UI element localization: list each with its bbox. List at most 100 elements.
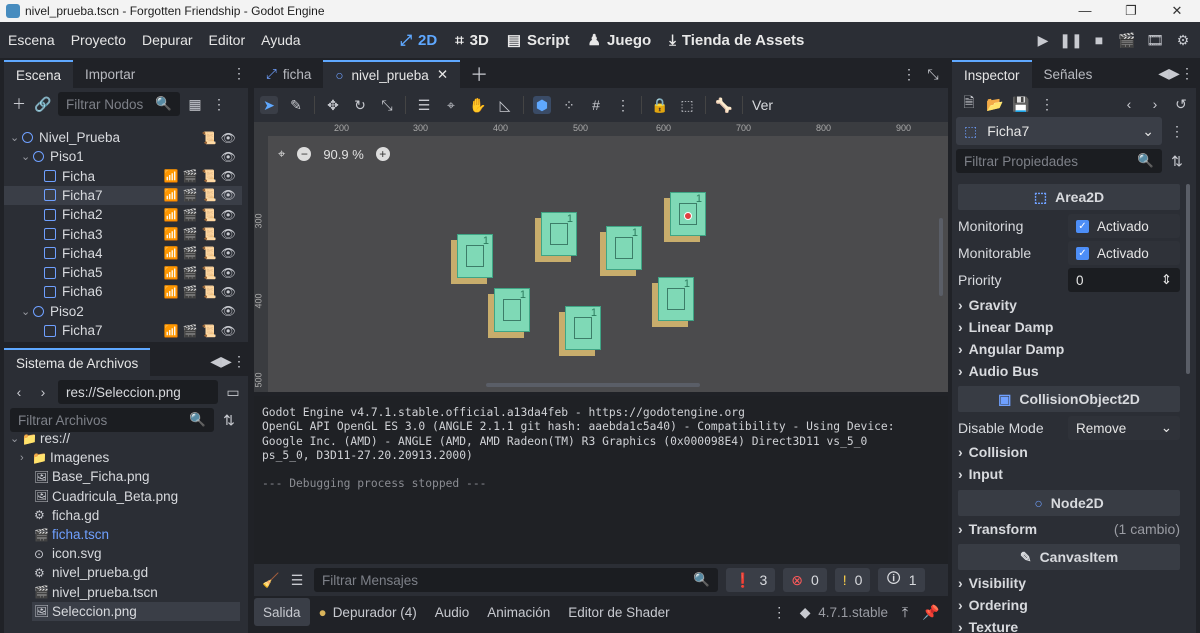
forward-icon[interactable]: › bbox=[34, 383, 52, 401]
dock-menu-icon[interactable]: ⋮ bbox=[230, 352, 248, 370]
property-group[interactable]: › Collision bbox=[958, 441, 1028, 463]
scene-tree-node[interactable]: ⌄ Piso1 👁 bbox=[4, 147, 242, 166]
signals-icon[interactable]: 📶 bbox=[164, 266, 179, 280]
select-mode-icon[interactable]: ➤ bbox=[260, 96, 278, 114]
script-icon[interactable]: 📜 bbox=[202, 208, 217, 222]
property-filter-input[interactable]: Filtrar Propiedades 🔍 bbox=[956, 149, 1162, 173]
editor-message-toggle[interactable]: 🛈 1 bbox=[878, 568, 925, 592]
zoom-out-icon[interactable]: − bbox=[297, 147, 312, 161]
object-selector[interactable]: ⬚ Ficha7 ⌄ bbox=[956, 117, 1162, 145]
play-icon[interactable]: ▶ bbox=[1034, 31, 1052, 49]
back-icon[interactable]: ‹ bbox=[10, 383, 28, 401]
scale-mode-icon[interactable]: ⤡ bbox=[378, 96, 396, 114]
scene-menu-icon[interactable]: ⋮ bbox=[210, 95, 228, 113]
bottom-panel-menu-icon[interactable]: ⋮ bbox=[770, 603, 788, 621]
save-resource-icon[interactable]: 💾 bbox=[1012, 95, 1030, 113]
pivot-icon[interactable]: ⌖ bbox=[442, 96, 460, 114]
viewport-2d[interactable]: 200 300 400 500 600 700 800 900 300 400 … bbox=[254, 122, 948, 392]
tab-escena[interactable]: Escena bbox=[4, 60, 74, 88]
signals-icon[interactable]: 📶 bbox=[164, 188, 179, 202]
ficha-sprite[interactable]: 1 bbox=[488, 288, 530, 338]
script-icon[interactable]: 📜 bbox=[202, 131, 217, 145]
dock-move-icon[interactable]: ◀▶ bbox=[210, 352, 232, 370]
close-window-icon[interactable]: ✕ bbox=[1154, 0, 1200, 22]
filter-options-icon[interactable]: ⇅ bbox=[1168, 152, 1186, 170]
file-item[interactable]: ⊙ icon.svg bbox=[4, 544, 240, 563]
file-item[interactable]: ⚙ nivel_prueba.gd bbox=[4, 563, 240, 582]
script-icon[interactable]: 📜 bbox=[202, 324, 217, 338]
clear-output-icon[interactable]: 🧹 bbox=[262, 571, 280, 589]
tab-salida[interactable]: Salida bbox=[254, 598, 310, 626]
file-item[interactable]: 🖼 Seleccion.png bbox=[32, 601, 240, 621]
file-item[interactable]: ⌄ 📁 res:// bbox=[4, 429, 240, 448]
zoom-in-icon[interactable]: + bbox=[375, 147, 390, 161]
menu-proyecto[interactable]: Proyecto bbox=[63, 32, 134, 48]
groups-icon[interactable]: 🎬 bbox=[183, 324, 198, 338]
list-select-icon[interactable]: ☰ bbox=[415, 96, 433, 114]
expand-panel-icon[interactable]: ⤒ bbox=[896, 603, 914, 621]
visibility-icon[interactable]: 👁 bbox=[221, 266, 236, 280]
scene-tab-nivel-prueba[interactable]: ○ nivel_prueba ✕ bbox=[323, 60, 461, 88]
center-view-icon[interactable]: ⌖ bbox=[278, 146, 285, 162]
scene-tree-node[interactable]: Ficha7 📶 🎬 📜 👁 bbox=[4, 321, 242, 340]
menu-depurar[interactable]: Depurar bbox=[134, 32, 201, 48]
visibility-icon[interactable]: 👁 bbox=[221, 227, 236, 241]
file-item[interactable]: 🎬 nivel_prueba.tscn bbox=[4, 583, 240, 602]
expand-arrow-icon[interactable]: ⌄ bbox=[21, 150, 33, 163]
history-forward-icon[interactable]: › bbox=[1146, 95, 1164, 113]
file-item[interactable]: 🎬 ficha.tscn bbox=[4, 525, 240, 544]
expand-arrow-icon[interactable]: ⌄ bbox=[10, 432, 22, 445]
script-icon[interactable]: 📜 bbox=[202, 227, 217, 241]
copy-output-icon[interactable]: ☰ bbox=[288, 571, 306, 589]
ficha-sprite[interactable]: 1 bbox=[535, 212, 577, 262]
group-icon[interactable]: ⬚ bbox=[678, 96, 696, 114]
pin-icon[interactable]: 📌 bbox=[922, 603, 940, 621]
tab-senales[interactable]: Señales bbox=[1032, 60, 1105, 88]
rotate-mode-icon[interactable]: ↻ bbox=[351, 96, 369, 114]
add-node-icon[interactable]: ＋ bbox=[10, 95, 28, 113]
script-icon[interactable]: 📜 bbox=[202, 188, 217, 202]
spin-arrows-icon[interactable]: ⇕ bbox=[1161, 272, 1172, 288]
viewport-scrollbar-h[interactable] bbox=[486, 383, 700, 387]
property-group[interactable]: › Texture bbox=[958, 616, 1018, 633]
viewport-scrollbar-v[interactable] bbox=[939, 218, 943, 296]
script-icon[interactable]: 📜 bbox=[202, 246, 217, 260]
instance-scene-icon[interactable]: 🔗 bbox=[34, 95, 52, 113]
tab-filesystem[interactable]: Sistema de Archivos bbox=[4, 348, 151, 376]
workspace-script[interactable]: ▤ Script bbox=[507, 31, 570, 50]
movie-maker-icon[interactable]: ⚙ bbox=[1174, 31, 1192, 49]
signals-icon[interactable]: 📶 bbox=[164, 227, 179, 241]
history-icon[interactable]: ↺ bbox=[1172, 95, 1190, 113]
path-field[interactable]: res://Seleccion.png bbox=[58, 380, 218, 404]
ficha7-sprite-selected[interactable]: 1 bbox=[664, 192, 706, 242]
split-view-icon[interactable]: ▭ bbox=[224, 383, 242, 401]
scene-tree-node[interactable]: Ficha4 📶 🎬 📜 👁 bbox=[4, 244, 242, 263]
visibility-icon[interactable]: 👁 bbox=[221, 150, 236, 164]
play-custom-scene-icon[interactable]: 🎞 bbox=[1146, 31, 1164, 49]
property-group[interactable]: › Ordering bbox=[958, 594, 1028, 616]
grid-icon[interactable]: # bbox=[587, 96, 605, 114]
ficha-sprite[interactable]: 1 bbox=[451, 234, 493, 284]
script-icon[interactable]: 📜 bbox=[202, 285, 217, 299]
script-icon[interactable]: 📜 bbox=[202, 169, 217, 183]
scene-tab-ficha[interactable]: ⤢ ficha bbox=[254, 60, 323, 88]
property-group[interactable]: › Input bbox=[958, 463, 1003, 485]
dock-menu-icon[interactable]: ⋮ bbox=[1178, 64, 1196, 82]
file-item[interactable]: › 📁 Imagenes bbox=[4, 448, 240, 467]
property-group[interactable]: › Gravity bbox=[958, 294, 1017, 316]
object-menu-icon[interactable]: ⋮ bbox=[1168, 122, 1186, 140]
ficha-sprite[interactable]: 1 bbox=[559, 306, 601, 356]
move-mode-icon[interactable]: ✥ bbox=[324, 96, 342, 114]
property-group[interactable]: › Audio Bus bbox=[958, 360, 1039, 382]
sort-icon[interactable]: ⇅ bbox=[220, 411, 238, 429]
scene-tree-node[interactable]: ⌄ Piso2 👁 bbox=[4, 302, 242, 321]
new-resource-icon[interactable]: 🗎 bbox=[960, 94, 978, 113]
signals-icon[interactable]: 📶 bbox=[164, 285, 179, 299]
visibility-icon[interactable]: 👁 bbox=[221, 324, 236, 338]
disable-mode-select[interactable]: Remove ⌄ bbox=[1068, 416, 1180, 440]
tab-depurador[interactable]: ● Depurador (4) bbox=[310, 598, 426, 626]
inspector-scrollbar[interactable] bbox=[1186, 184, 1190, 374]
visibility-icon[interactable]: 👁 bbox=[221, 285, 236, 299]
warning-count-toggle[interactable]: ! 0 bbox=[834, 568, 871, 592]
play-scene-icon[interactable]: 🎬 bbox=[1118, 31, 1136, 49]
